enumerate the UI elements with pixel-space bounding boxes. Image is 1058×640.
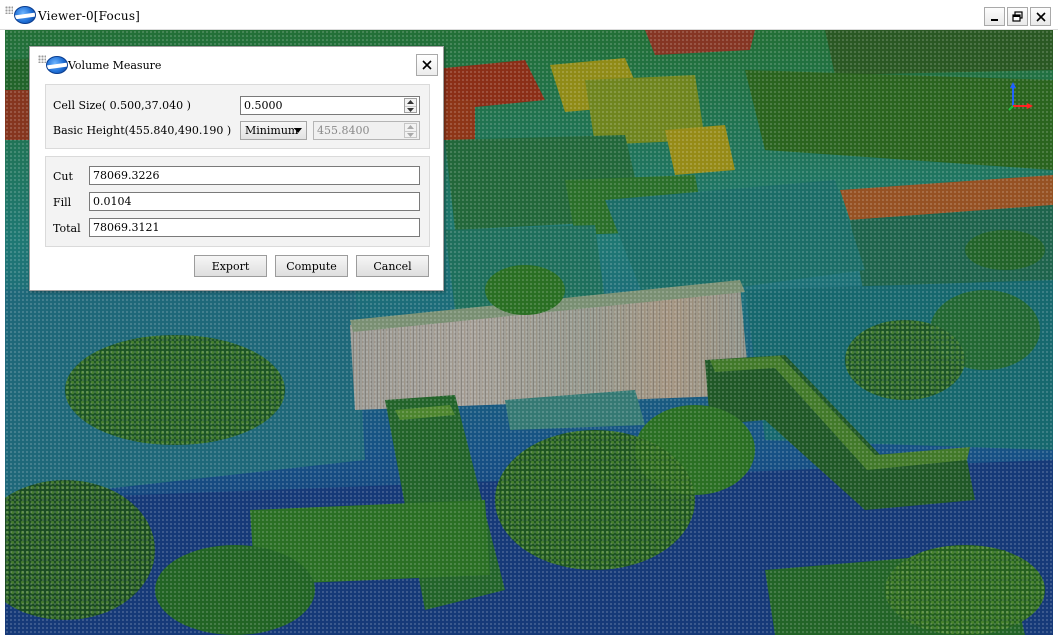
spin-down-icon[interactable] <box>405 105 416 114</box>
dialog-drag-grip-icon[interactable] <box>38 55 46 63</box>
restore-button[interactable] <box>1007 7 1028 26</box>
total-value-field[interactable] <box>89 218 420 237</box>
basic-height-spinner <box>404 123 417 138</box>
restore-icon <box>1012 11 1023 22</box>
close-icon <box>1035 11 1046 22</box>
cancel-button[interactable]: Cancel <box>356 255 429 277</box>
viewer-titlebar: Viewer-0[Focus] <box>0 0 1058 30</box>
cell-size-input[interactable] <box>240 96 420 115</box>
basic-height-label: Basic Height(455.840,490.190 ) <box>53 124 232 137</box>
dialog-logo-icon <box>46 56 68 74</box>
basic-height-mode-value: Minimum <box>245 124 299 137</box>
close-window-button[interactable] <box>1030 7 1051 26</box>
minimize-icon <box>990 18 998 21</box>
viewer-title: Viewer-0[Focus] <box>38 9 141 23</box>
basic-height-mode-select[interactable]: Minimum <box>240 121 307 140</box>
dialog-title: Volume Measure <box>68 59 162 72</box>
total-label: Total <box>53 222 81 235</box>
dialog-close-button[interactable] <box>416 54 438 76</box>
close-icon <box>422 60 432 70</box>
dropdown-arrow-icon <box>294 128 302 133</box>
compute-button[interactable]: Compute <box>275 255 348 277</box>
export-button[interactable]: Export <box>194 255 267 277</box>
fill-value-field[interactable] <box>89 192 420 211</box>
app-logo-icon <box>14 6 36 24</box>
drag-grip-icon[interactable] <box>5 6 13 14</box>
cut-value-field[interactable] <box>89 166 420 185</box>
minimize-button[interactable] <box>984 7 1005 26</box>
volume-measure-dialog: Volume Measure Cell Size( 0.500,37.040 )… <box>29 46 444 291</box>
cell-size-label: Cell Size( 0.500,37.040 ) <box>53 99 191 112</box>
axis-gizmo-icon <box>1008 82 1033 111</box>
fill-label: Fill <box>53 196 72 209</box>
cut-label: Cut <box>53 170 73 183</box>
cell-size-spinner[interactable] <box>404 98 417 113</box>
